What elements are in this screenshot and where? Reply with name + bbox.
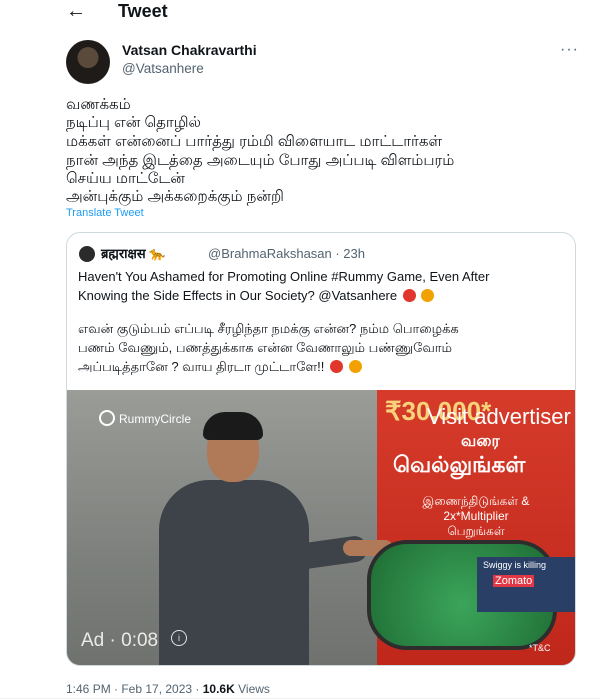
quoted-text-line: Haven't You Ashamed for Promoting Online… — [78, 269, 490, 284]
tweet-timestamp[interactable]: 1:46 PM · Feb 17, 2023 · — [66, 682, 199, 696]
quoted-text: Knowing the Side Effects in Our Society?… — [78, 288, 398, 303]
tweet-text-line: மக்கள் என்னைப் பார்த்து ரம்மி விளையாட மா… — [66, 133, 443, 150]
tweet-text-line: அன்புக்கும் அக்கறைக்கும் நன்றி — [66, 188, 284, 205]
ad-offer-line: இணைந்திடுங்கள் & — [422, 494, 530, 508]
quoted-text-line-with-emoji: Knowing the Side Effects in Our Society?… — [78, 287, 435, 304]
divider — [0, 698, 600, 699]
angry-face-emoji-icon — [330, 360, 343, 373]
quoted-author-handle: @BrahmaRakshasan · 23h — [208, 246, 365, 261]
quoted-text-line: எவன் குடும்பம் எப்படி சீரழிந்தா நமக்கு எ… — [78, 321, 459, 336]
video-ad-media[interactable]: RummyCircle ₹30,000* Visit advertiser வர… — [67, 390, 575, 665]
angry-face-emoji-icon — [402, 289, 416, 302]
brand-logo-text: RummyCircle — [119, 412, 191, 426]
tweet-text-line: வணக்கம் — [66, 96, 131, 113]
angry-face-emoji-icon — [421, 289, 435, 302]
views-count: 10.6K — [202, 682, 235, 696]
author-name[interactable]: Vatsan Chakravarthi — [122, 41, 257, 59]
visit-advertiser-link[interactable]: Visit advertiser — [427, 404, 571, 430]
ad-offer-text: இணைந்திடுங்கள் & 2x*Multiplier பெறுங்கள் — [411, 494, 541, 539]
quoted-author-name: ब्रह्मराक्षस 🐆 — [101, 246, 166, 261]
page-title: Tweet — [118, 1, 168, 21]
quoted-text-line: பணம் வேணும், பணத்துக்காக என்ன வேணாலும் ப… — [78, 340, 453, 355]
author-handle[interactable]: @Vatsanhere — [122, 60, 204, 78]
tweet-text-line: நடிப்பு என் தொழில் — [66, 114, 201, 131]
back-arrow-icon[interactable]: ← — [66, 0, 88, 22]
quoted-author-avatar — [79, 246, 95, 262]
ad-timer-label: Ad · 0:08 — [81, 630, 159, 651]
ad-text-win: வெல்லுங்கள் — [393, 452, 526, 477]
person-hair — [203, 412, 263, 440]
rummycircle-logo-icon — [99, 410, 115, 426]
meme-caption-top: Swiggy is killing — [483, 560, 547, 570]
ad-offer-line: 2x*Multiplier — [443, 509, 509, 523]
info-icon[interactable]: i — [171, 630, 187, 646]
ad-text-varai: வரை — [461, 433, 500, 450]
quoted-text-line-with-emoji: அப்படித்தானே ? வாய திரடா முட்டாளே!! — [78, 358, 362, 375]
tweet-text-line: செய்ய மாட்டேன் — [66, 170, 185, 187]
ad-offer-line: பெறுங்கள் — [447, 524, 505, 538]
angry-face-emoji-icon — [348, 360, 362, 373]
tweet-text-line: நான் அந்த இடத்தை அடையும் போது அப்படி விள… — [66, 152, 455, 169]
views-label: Views — [238, 682, 270, 696]
avatar[interactable] — [66, 40, 110, 84]
meme-caption-bottom: Zomato — [493, 575, 535, 587]
quoted-text: அப்படித்தானே ? வாய திரடா முட்டாளே!! — [78, 359, 325, 374]
terms-label: *T&C — [529, 643, 551, 653]
more-options-icon[interactable]: ··· — [560, 42, 579, 58]
translate-tweet-link[interactable]: Translate Tweet — [66, 207, 144, 219]
tweet-metadata: 1:46 PM · Feb 17, 2023 · 10.6K Views — [66, 681, 270, 697]
